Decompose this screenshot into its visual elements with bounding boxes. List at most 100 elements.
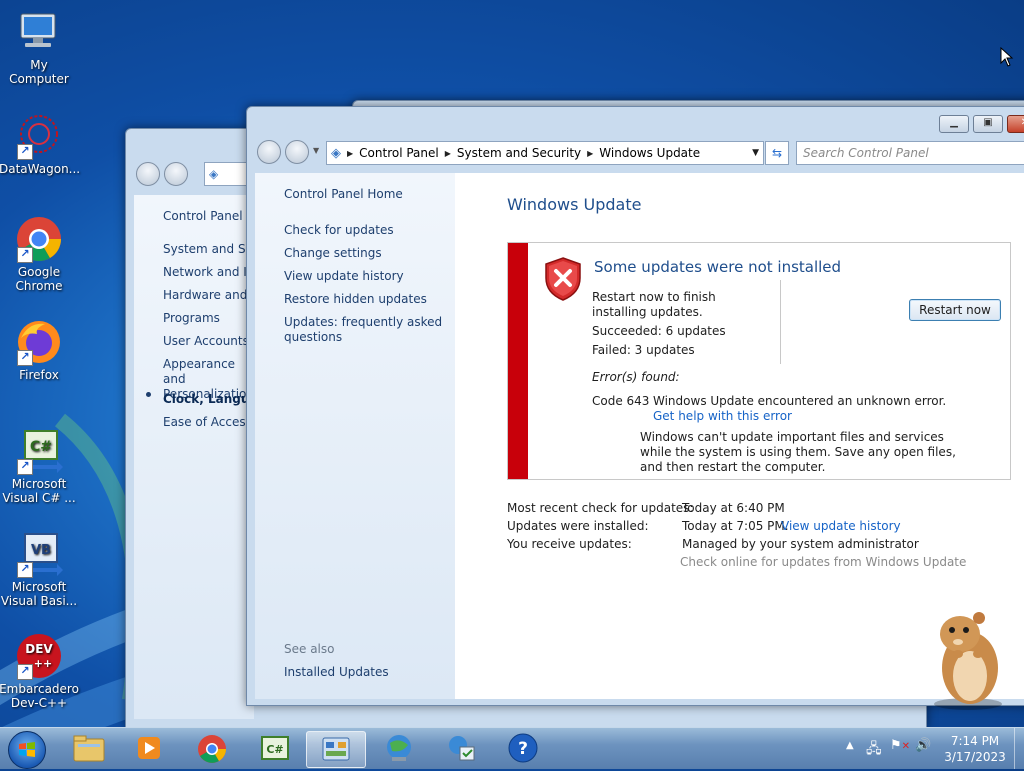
chrome-icon: ↗: [15, 215, 63, 263]
visual-csharp-icon: C# ↗: [15, 427, 63, 475]
restore-icon: ▣: [983, 117, 993, 128]
taskbar-control-panel-button[interactable]: [306, 731, 366, 768]
page-title: Windows Update: [507, 195, 642, 214]
clock[interactable]: 7:14 PM 3/17/2023: [940, 733, 1010, 765]
action-center-flag-icon[interactable]: ⚑✕: [890, 738, 910, 753]
chrome-icon: [198, 735, 226, 763]
nav-control-panel-home[interactable]: Control Panel H: [163, 209, 255, 224]
folder-icon: [73, 735, 105, 762]
clock-time: 7:14 PM: [950, 734, 1000, 748]
link-change-settings[interactable]: Change settings: [284, 246, 382, 261]
shortcut-arrow-icon: ↗: [17, 350, 33, 366]
taskbar-network-button[interactable]: [370, 731, 428, 766]
breadcrumb-separator-icon: ▶: [347, 148, 354, 158]
maximize-button[interactable]: ▣: [973, 115, 1003, 133]
recent-pages-dropdown-icon[interactable]: ▼: [313, 146, 319, 155]
minimize-icon: ▁: [950, 117, 958, 128]
link-restore-hidden-updates[interactable]: Restore hidden updates: [284, 292, 427, 307]
volume-icon[interactable]: 🔊: [915, 738, 931, 753]
shortcut-arrow-icon: ↗: [17, 664, 33, 680]
desktop-icon-chrome[interactable]: ↗ Google Chrome: [0, 215, 79, 293]
nav-hardware-sound[interactable]: Hardware and S: [163, 288, 259, 303]
desktop-icon-label: Google Chrome: [15, 265, 63, 293]
desktop-icon-my-computer[interactable]: My Computer: [0, 8, 79, 86]
desktop-icon-label: Microsoft Visual C# ...: [2, 477, 76, 505]
media-player-icon: [138, 737, 160, 759]
link-installed-updates[interactable]: Installed Updates: [284, 665, 389, 680]
error-explanation: Windows can't update important files and…: [640, 430, 956, 474]
svg-text:DEV: DEV: [25, 642, 53, 656]
desktop-icon-label: Embarcadero Dev-C++: [0, 682, 79, 710]
firefox-icon: ↗: [15, 318, 63, 366]
breadcrumb-control-panel[interactable]: Control Panel: [359, 146, 439, 160]
breadcrumb-separator-icon: ▶: [587, 148, 594, 158]
show-desktop-button[interactable]: [1014, 728, 1024, 769]
windows-update-window[interactable]: ▁ ▣ ✕ ▼ ◈ ▶ Control Panel ▶ System and S…: [246, 106, 1024, 706]
network-connections-icon: [449, 736, 475, 761]
svg-text:?: ?: [518, 739, 528, 759]
shortcut-arrow-icon: ↗: [17, 562, 33, 578]
start-button[interactable]: [8, 731, 46, 769]
taskbar-network-connections-button[interactable]: [432, 731, 490, 766]
forward-button[interactable]: [285, 140, 309, 164]
succeeded-count: Succeeded: 6 updates: [592, 324, 726, 338]
breadcrumb-system-security[interactable]: System and Security: [457, 146, 581, 160]
status-divider: [780, 280, 781, 364]
left-nav-pane: Control Panel H System and Sec Network a…: [134, 195, 274, 719]
taskbar-explorer-button[interactable]: [60, 731, 118, 766]
clock-date: 3/17/2023: [944, 750, 1006, 764]
address-bar[interactable]: ◈ ▶ Control Panel ▶ System and Security …: [326, 141, 764, 165]
search-input[interactable]: Search Control Panel: [803, 146, 929, 160]
close-button[interactable]: ✕: [1007, 115, 1024, 133]
desktop-icon-dev-cpp[interactable]: DEV ++ ↗ Embarcadero Dev-C++: [0, 632, 79, 710]
dev-cpp-icon: DEV ++ ↗: [15, 632, 63, 680]
restart-message: Restart now to finish installing updates…: [592, 290, 716, 319]
search-box[interactable]: Search Control Panel ⌕: [796, 141, 1024, 165]
error-shield-icon: [543, 256, 583, 305]
nav-network-internet[interactable]: Network and Int: [163, 265, 259, 280]
taskbar-visual-csharp-button[interactable]: C#: [246, 731, 304, 766]
taskbar: C# ? ▲ 🖧 ⚑✕ 🔊 7:14 PM 3/17/2023: [0, 727, 1024, 769]
windows-logo-icon: [19, 742, 35, 757]
receive-value: Managed by your system administrator: [682, 537, 919, 551]
address-dropdown-icon[interactable]: ▼: [752, 148, 759, 158]
link-updates-faq[interactable]: Updates: frequently asked questions: [284, 315, 444, 345]
view-update-history-link[interactable]: View update history: [781, 519, 901, 533]
desktop-icon-label: DataWagon...: [0, 162, 81, 176]
refresh-button[interactable]: ⇆: [765, 141, 789, 165]
desktop-icon-firefox[interactable]: ↗ Firefox: [0, 318, 79, 382]
taskbar-chrome-button[interactable]: [183, 731, 241, 766]
link-view-update-history[interactable]: View update history: [284, 269, 404, 284]
update-status-panel: Some updates were not installed Restart …: [507, 242, 1011, 480]
network-tray-icon[interactable]: 🖧: [866, 738, 882, 762]
link-control-panel-home[interactable]: Control Panel Home: [284, 187, 403, 202]
error-code: Code 643: [592, 394, 650, 408]
desktop-icon-datawagon[interactable]: ↗ DataWagon...: [0, 112, 81, 176]
nav-ease-of-access[interactable]: Ease of Access: [163, 415, 252, 430]
mouse-cursor-icon: [1000, 47, 1014, 67]
breadcrumb-windows-update[interactable]: Windows Update: [599, 146, 700, 160]
nav-programs[interactable]: Programs: [163, 311, 220, 326]
minimize-button[interactable]: ▁: [939, 115, 969, 133]
back-button[interactable]: [136, 162, 160, 186]
failed-count: Failed: 3 updates: [592, 343, 695, 357]
check-online-link[interactable]: Check online for updates from Windows Up…: [680, 555, 966, 569]
status-title: Some updates were not installed: [594, 258, 842, 276]
taskbar-media-player-button[interactable]: [120, 731, 178, 766]
show-hidden-icons-button[interactable]: ▲: [846, 740, 854, 751]
see-also-heading: See also: [284, 642, 335, 656]
taskbar-help-button[interactable]: ?: [494, 731, 552, 766]
desktop-icon-visual-csharp[interactable]: C# ↗ Microsoft Visual C# ...: [0, 427, 79, 505]
help-icon: ?: [508, 733, 538, 763]
back-button[interactable]: [257, 140, 281, 164]
nav-user-accounts[interactable]: User Accounts: [163, 334, 249, 349]
visual-csharp-icon: C#: [261, 736, 289, 760]
error-help-link[interactable]: Get help with this error: [653, 409, 792, 423]
forward-button[interactable]: [164, 162, 188, 186]
control-panel-icon: [322, 737, 350, 761]
link-check-for-updates[interactable]: Check for updates: [284, 223, 394, 238]
desktop-icon-visual-basic[interactable]: VB ↗ Microsoft Visual Basi...: [0, 530, 79, 608]
visual-basic-icon: VB ↗: [15, 530, 63, 578]
restart-now-button[interactable]: Restart now: [909, 299, 1001, 321]
error-message: Windows Update encountered an unknown er…: [653, 394, 947, 408]
